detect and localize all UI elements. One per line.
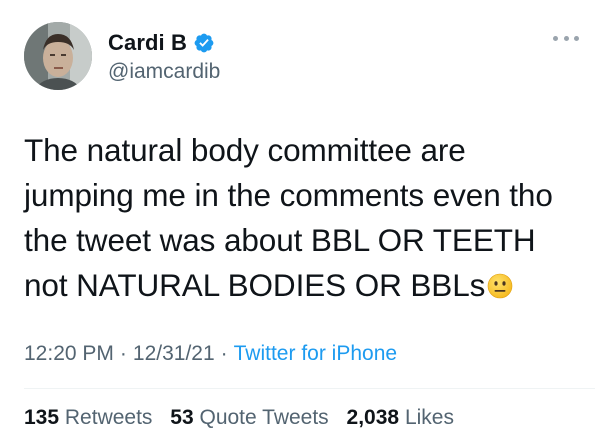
quote-tweets-label: Quote Tweets <box>199 406 329 429</box>
author-handle[interactable]: @iamcardib <box>108 60 220 84</box>
profile-photo <box>24 22 92 90</box>
meta-separator: · <box>220 342 228 365</box>
more-dot <box>563 35 569 41</box>
likes-count: 2,038 <box>346 406 400 429</box>
author-display-name[interactable]: Cardi B <box>108 30 187 56</box>
author-name-row: Cardi B <box>108 30 215 56</box>
retweets-label: Retweets <box>64 406 153 429</box>
retweets-count: 135 <box>24 406 60 429</box>
retweets-stat[interactable]: 135 Retweets <box>24 406 152 429</box>
more-dot <box>574 35 579 41</box>
likes-stat[interactable]: 2,038 Likes <box>347 406 454 429</box>
quote-tweets-count: 53 <box>170 406 194 429</box>
author-avatar[interactable] <box>24 22 92 90</box>
quote-tweets-stat[interactable]: 53 Quote Tweets <box>170 406 328 429</box>
more-options-icon[interactable] <box>553 34 579 42</box>
tweet-line: The natural body committee are <box>24 132 466 168</box>
tweet-line: jumping me in the comments even tho <box>24 177 553 213</box>
tweet-stats: 135 Retweets 53 Quote Tweets 2,038 Likes <box>24 406 466 430</box>
meta-separator: · <box>119 342 127 365</box>
tweet-source-link[interactable]: Twitter for iPhone <box>234 342 397 365</box>
tweet-text: The natural body committee are jumping m… <box>24 128 584 308</box>
tweet-meta: 12:20 PM · 12/31/21 · Twitter for iPhone <box>24 342 397 366</box>
tweet-line: the tweet was about BBL OR TEETH <box>24 222 536 258</box>
tweet-card: Cardi B @iamcardib The natural body comm… <box>0 0 595 446</box>
more-dot <box>553 35 558 41</box>
tweet-line-text: not NATURAL BODIES OR BBLs <box>24 267 486 303</box>
likes-label: Likes <box>404 406 454 429</box>
tweet-time[interactable]: 12:20 PM <box>24 342 114 365</box>
tweet-date[interactable]: 12/31/21 <box>133 342 215 365</box>
tweet-line-last: not NATURAL BODIES OR BBLs <box>24 263 584 308</box>
neutral-face-emoji-icon <box>487 266 513 299</box>
verified-badge-icon <box>193 32 215 54</box>
divider <box>24 388 595 389</box>
